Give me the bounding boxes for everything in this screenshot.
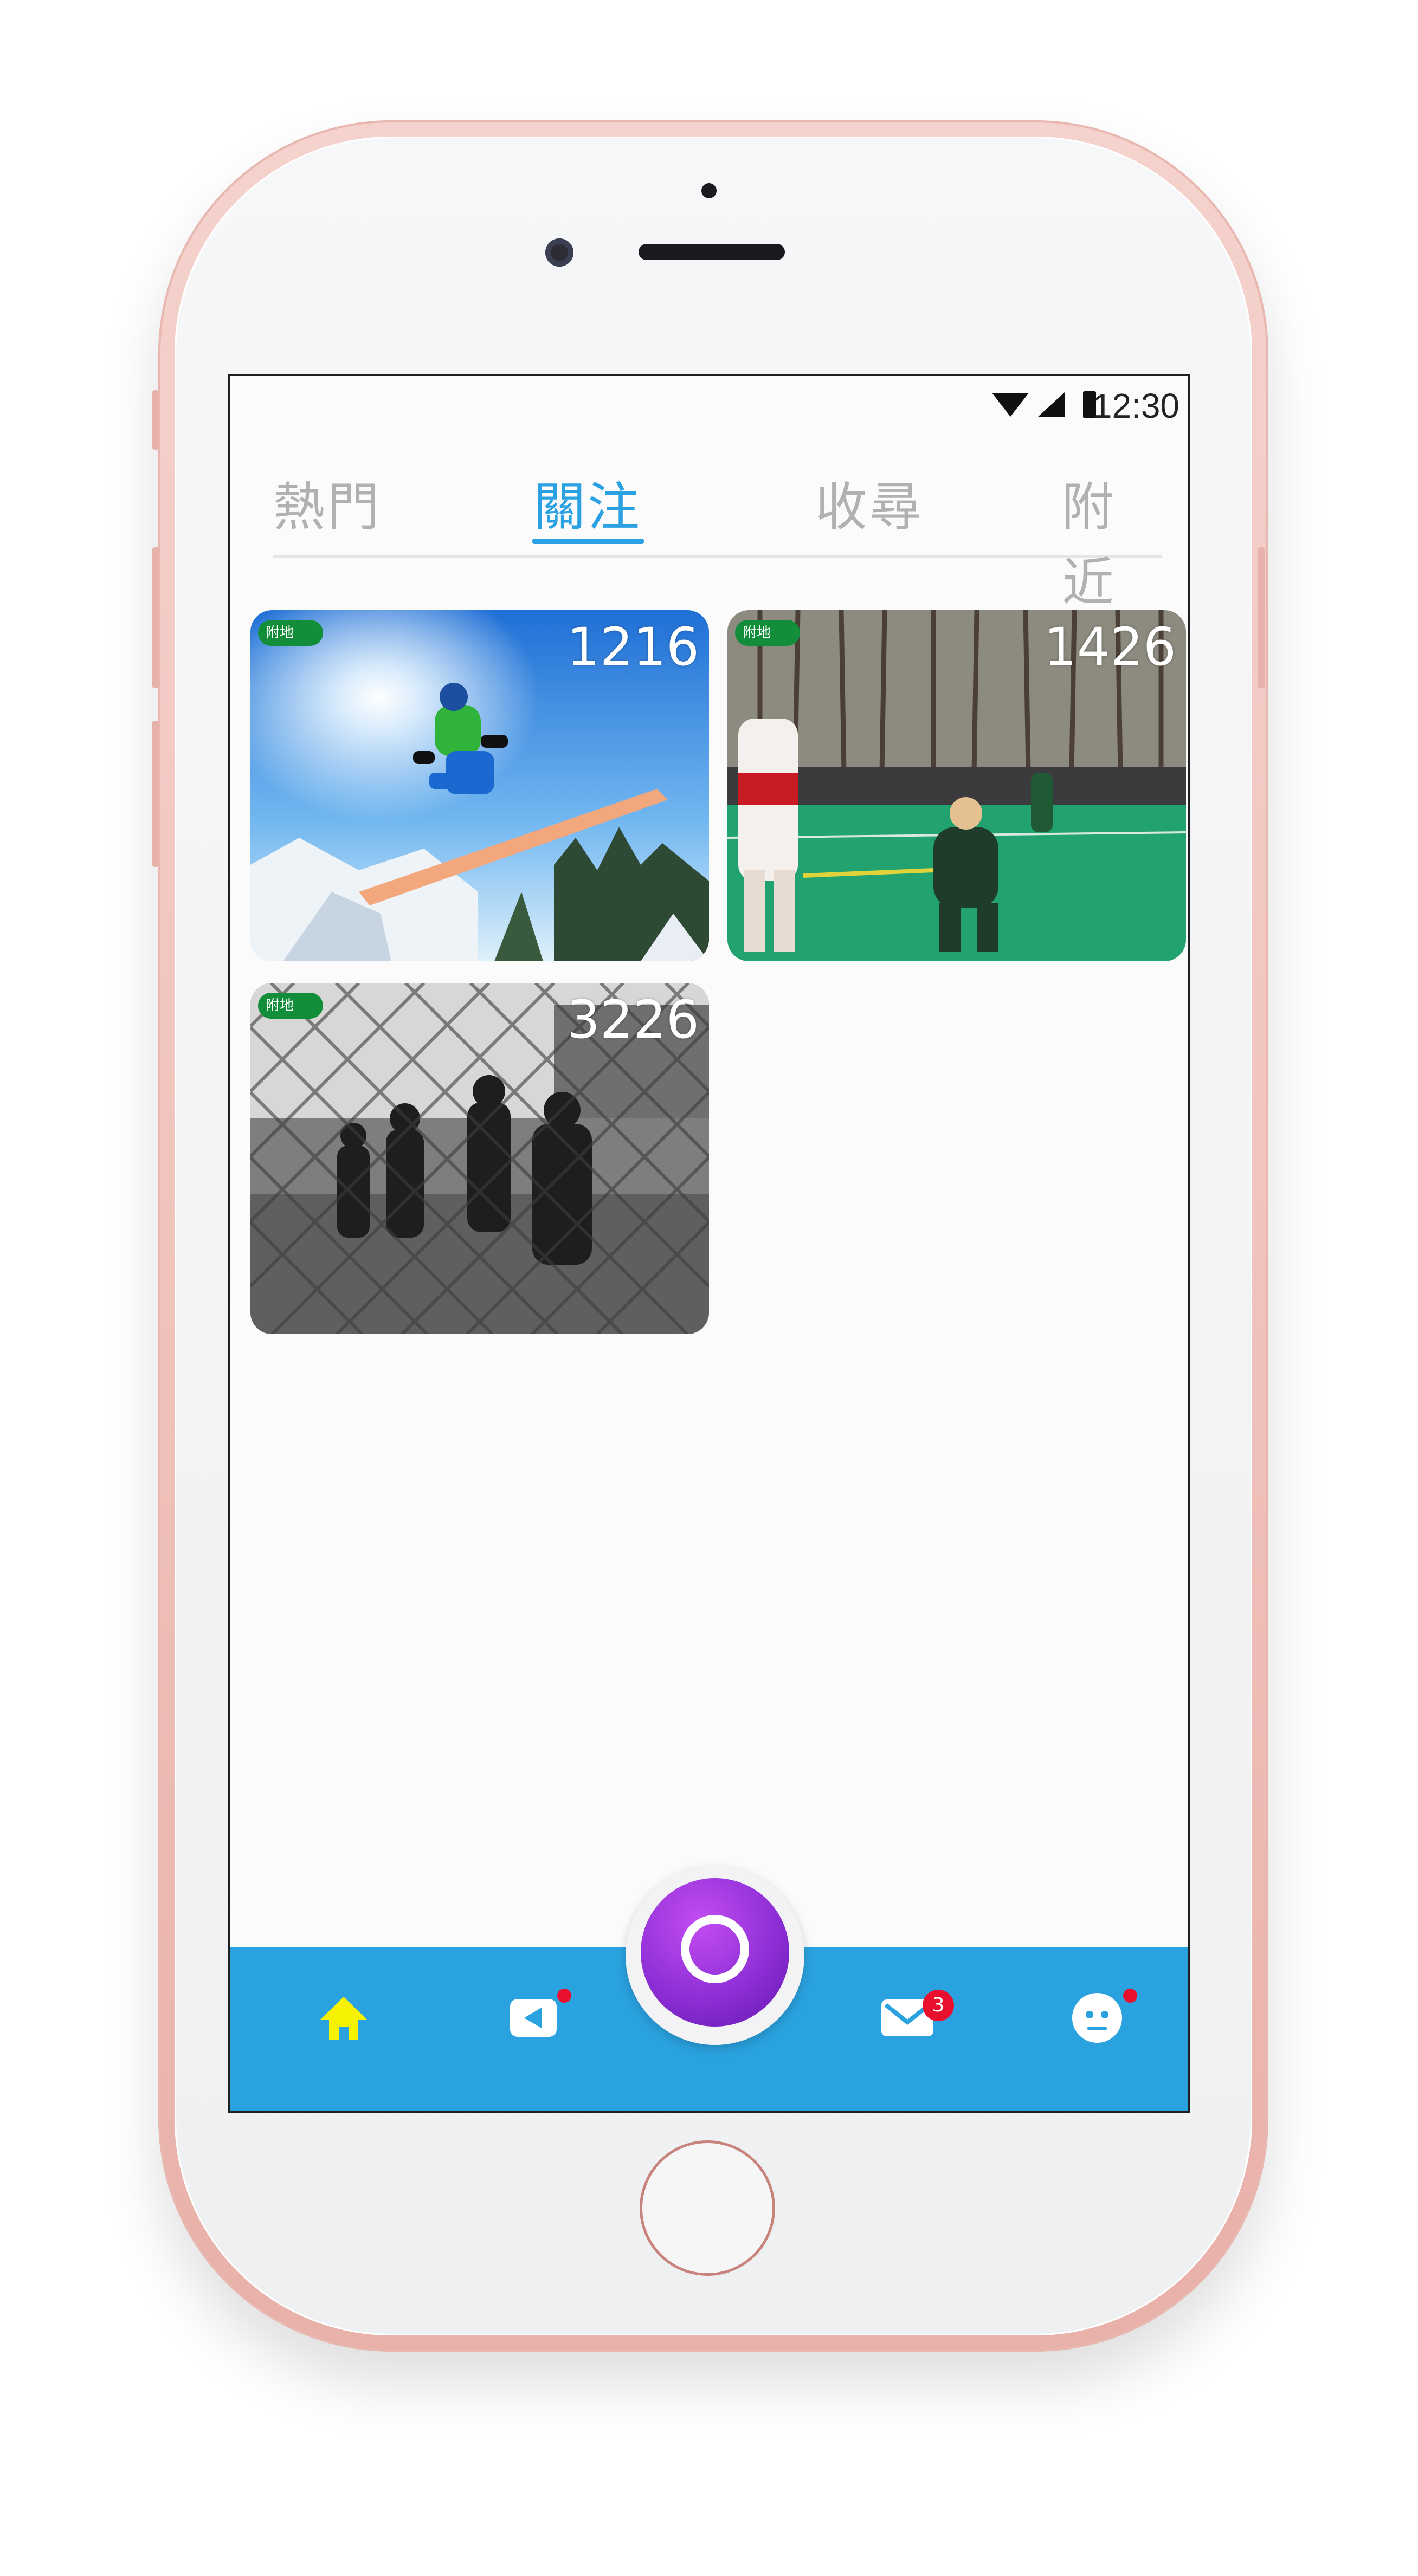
nav-profile-button[interactable]	[1065, 1985, 1137, 2050]
signal-icon	[1037, 392, 1065, 417]
nav-home-button[interactable]	[311, 1985, 376, 2050]
record-button[interactable]	[641, 1878, 789, 2027]
tab-following[interactable]: 關注	[533, 465, 642, 540]
nav-video-button[interactable]	[501, 1985, 571, 2050]
location-badge: 附地	[258, 993, 323, 1019]
volume-up-button	[152, 547, 159, 688]
tab-bar: 熱門 關注 收尋 附近	[273, 457, 1162, 613]
profile-icon	[1072, 1993, 1122, 2043]
home-icon	[320, 1997, 367, 2040]
active-tab-indicator	[532, 539, 644, 544]
record-button-wrap	[626, 1866, 804, 2045]
tab-hot[interactable]: 熱門	[273, 465, 382, 540]
video-card[interactable]: 附地 3226	[250, 983, 709, 1334]
mute-switch	[152, 390, 159, 450]
earpiece-speaker	[639, 244, 785, 260]
tab-search[interactable]: 收尋	[815, 465, 924, 540]
volume-down-button	[152, 721, 159, 867]
nav-messages-button[interactable]: 3	[875, 1985, 954, 2050]
location-badge: 附地	[735, 620, 800, 646]
app-screen: 12:30 熱門 關注 收尋 附近 附地 1216 附地 1426 附地 322…	[228, 374, 1190, 2113]
view-count: 1426	[1043, 617, 1176, 677]
power-button	[1258, 547, 1265, 688]
notification-dot	[557, 1989, 571, 2003]
location-badge: 附地	[258, 620, 323, 646]
proximity-sensor	[701, 183, 717, 198]
status-bar: 12:30	[230, 376, 1188, 425]
video-icon	[510, 1999, 557, 2037]
record-icon	[681, 1915, 749, 1983]
view-count: 1216	[566, 617, 699, 677]
notification-dot	[1123, 1989, 1137, 2003]
view-count: 3226	[566, 989, 699, 1050]
tab-nearby[interactable]: 附近	[1062, 465, 1162, 616]
status-icons	[992, 391, 1096, 418]
video-card[interactable]: 附地 1426	[727, 610, 1186, 961]
video-card[interactable]: 附地 1216	[250, 610, 709, 961]
front-camera	[545, 238, 573, 267]
message-count-badge: 3	[923, 1990, 954, 2021]
wifi-icon	[992, 393, 1029, 417]
home-button[interactable]	[640, 2140, 775, 2276]
status-time: 12:30	[1092, 386, 1179, 425]
